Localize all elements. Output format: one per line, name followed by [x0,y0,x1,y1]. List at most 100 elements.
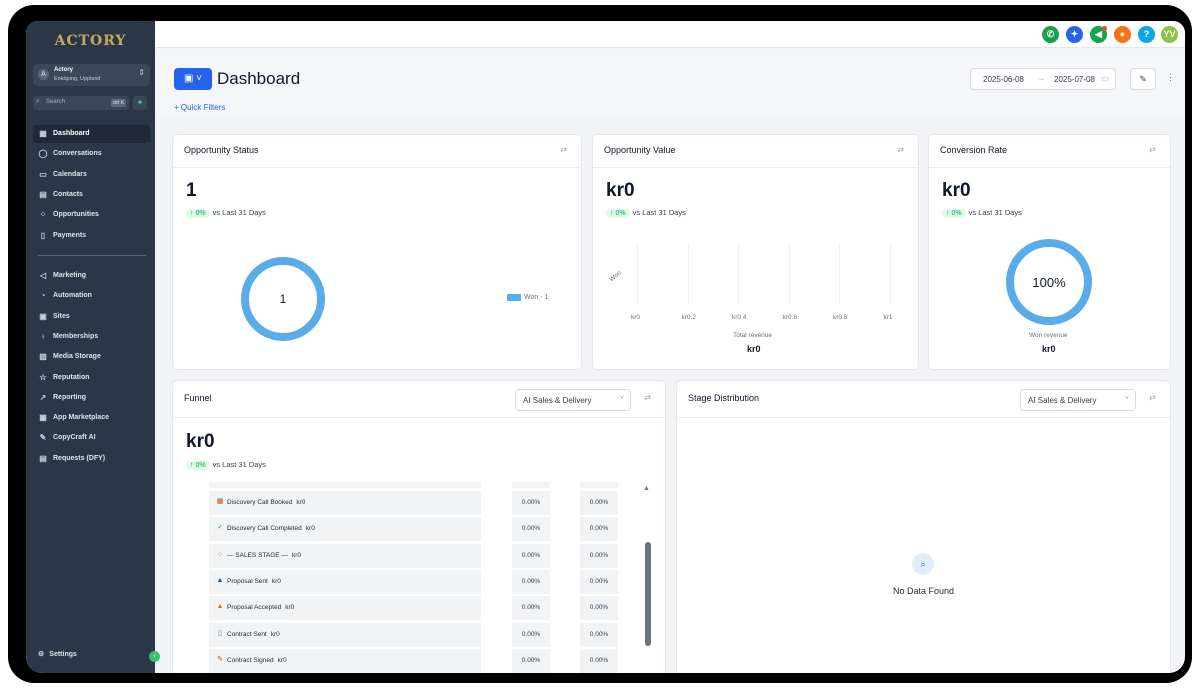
funnel-row[interactable]: ○ — SALES STAGE — kr0 [209,543,481,568]
sidebar-item-calendars[interactable]: ▭ Calendars [33,166,150,184]
card-title: Stage Distribution [688,393,760,403]
conversion-percent: 0.00% [512,491,550,515]
sidebar-item-reputation[interactable]: ☆ Reputation [33,369,150,387]
search-icon: ⌕ [912,553,934,575]
requests-icon: ▤ [39,453,47,463]
search-icon: ⌕ [36,98,40,105]
automation-icon: ◔ [40,291,46,301]
chevron-updown-icon: ⇕ [138,68,145,77]
x-tick-label: kr0 [631,314,641,321]
edit-dashboard-button[interactable]: ✎ [1130,68,1156,90]
sidebar-item-marketing[interactable]: ◁ Marketing [33,267,150,285]
sidebar-item-label: Contacts [53,190,83,198]
legend-swatch [507,294,521,301]
chat-icon: ◯ [38,149,48,159]
scrollbar[interactable] [645,542,651,646]
user-avatar[interactable]: YV [1161,26,1178,43]
x-tick-label: kr0.8 [833,314,848,321]
funnel-stage-label: Discovery Call Booked kr0 [227,499,305,506]
account-location: Enköping, Uppland [54,76,101,82]
change-label: vs Last 31 Days [632,208,686,217]
sidebar-item-contacts[interactable]: ▤ Contacts [33,186,150,204]
sidebar-item-memberships[interactable]: ♀ Memberships [33,328,150,346]
funnel-row[interactable]: ▲ Proposal Accepted kr0 [209,596,481,621]
more-options-icon[interactable]: ⋮ [1166,72,1175,83]
metric-change: ↑ 0% vs Last 31 Days [606,208,686,218]
grid-icon: ▦ [39,129,47,138]
funnel-row[interactable]: ▲ Proposal Sent kr0 [209,569,481,594]
pipeline-select-value: AI Sales & Delivery [523,396,592,405]
page-title: Dashboard [217,69,301,88]
funnel-card: Funnel AI Sales & Delivery ˅ ⇄ kr0 ↑ 0% v… [172,380,666,673]
sidebar-item-reporting[interactable]: ↗ Reporting [33,389,150,407]
dashboard-switcher-button[interactable]: ▣ ˅ [174,68,212,90]
collapse-sidebar-button[interactable]: ‹ [149,651,160,662]
sidebar-item-settings[interactable]: ⚙ Settings [38,650,77,658]
funnel-stage-label: Contract Signed kr0 [227,657,287,664]
conversion-rate-card: Conversion Rate ⇄ kr0 ↑ 0% vs Last 31 Day… [928,134,1171,370]
sidebar-item-label: Memberships [53,332,99,340]
change-label: vs Last 31 Days [212,460,266,469]
device-frame: ACTORY A Actory Enköping, Uppland ⇕ ⌕ Se… [8,5,1192,683]
opportunity-status-card: Opportunity Status ⇄ 1 ↑ 0% vs Last 31 Da… [172,134,582,370]
check-icon: ✓ [217,524,223,532]
date-range-picker[interactable]: 2025-06-08 → 2025-07-08 ▭ [970,68,1116,90]
stage-name: Discovery Call Booked [227,499,293,506]
pipeline-select[interactable]: AI Sales & Delivery ˅ [1020,389,1136,411]
opportunity-value-card: Opportunity Value ⇄ kr0 ↑ 0% vs Last 31 D… [592,134,919,370]
sidebar: ACTORY A Actory Enköping, Uppland ⇕ ⌕ Se… [26,21,160,673]
sidebar-item-app-marketplace[interactable]: ▦ App Marketplace [33,409,150,427]
sidebar-item-copycraft-ai[interactable]: ✎ CopyCraft AI [33,429,150,447]
funnel-row[interactable]: ▦ Discovery Call Booked kr0 [209,491,481,515]
contacts-icon: ▤ [39,189,47,199]
marketplace-icon: ▦ [39,413,47,423]
magic-icon[interactable]: ✦ [1066,26,1083,43]
account-switcher[interactable]: A Actory Enköping, Uppland ⇕ [33,64,150,86]
cumulative-percent: 0.00% [580,569,618,594]
sidebar-item-dashboard[interactable]: ▦ Dashboard [33,125,150,143]
phone-icon[interactable]: ✆ [1042,26,1059,43]
funnel-stage-label: — SALES STAGE — kr0 [227,552,301,559]
sidebar-item-automation[interactable]: ◔ Automation [33,287,150,305]
conversion-percent: 0.00% [512,596,550,621]
filter-icon[interactable]: ⇄ [1149,393,1156,402]
sidebar-item-media-storage[interactable]: ▨ Media Storage [33,348,150,366]
payments-icon: ▯ [40,230,46,240]
conversion-percent: 0.00% [512,517,550,542]
donut-chart: 1 [241,257,325,341]
filter-icon[interactable]: ⇄ [644,393,651,402]
sidebar-item-sites[interactable]: ▣ Sites [33,308,150,326]
funnel-stage-label: Contract Sent kr0 [227,631,280,638]
funnel-row[interactable]: ▯ Contract Sent kr0 [209,622,481,647]
gauge-value: 100% [1032,275,1066,290]
conversion-percent: 0.00% [512,543,550,568]
sidebar-item-payments[interactable]: ▯ Payments [33,227,150,245]
grid-line [889,243,891,305]
search-input[interactable]: ⌕ Search ctrl K [33,96,129,110]
quick-action-bolt-icon[interactable]: ✦ [133,96,147,110]
search-shortcut: ctrl K [110,99,126,107]
sidebar-item-opportunities[interactable]: ⁘ Opportunities [33,206,150,224]
sidebar-item-label: Requests (DFY) [53,454,106,462]
won-revenue-value: kr0 [1042,344,1056,354]
cumulative-percent: 0.00% [580,622,618,647]
sidebar-item-requests-dfy[interactable]: ▤ Requests (DFY) [33,450,150,468]
metric-value: kr0 [186,431,215,452]
quick-filters-link[interactable]: + Quick Filters [174,103,225,112]
x-tick-label: kr0.6 [782,314,797,321]
conversion-percent: 0.00% [512,648,550,673]
sidebar-item-label: Opportunities [53,211,99,219]
funnel-row[interactable]: ✎ Contract Signed kr0 [209,648,481,673]
help-icon[interactable]: ? [1138,26,1155,43]
funnel-row[interactable]: ✓ Discovery Call Completed kr0 [209,517,481,542]
bell-icon[interactable]: ● [1114,26,1131,43]
search-placeholder: Search [46,99,66,105]
card-title: Funnel [184,393,212,403]
memberships-icon: ♀ [40,331,46,341]
scroll-up-icon[interactable]: ▲ [643,485,650,492]
sidebar-item-conversations[interactable]: ◯ Conversations [33,145,150,163]
funnel-stage-label: Proposal Accepted kr0 [227,604,294,611]
calendar-icon: ▭ [1101,74,1109,83]
filter-icon[interactable]: ⇄ [897,145,904,154]
pipeline-select[interactable]: AI Sales & Delivery ˅ [515,389,631,411]
